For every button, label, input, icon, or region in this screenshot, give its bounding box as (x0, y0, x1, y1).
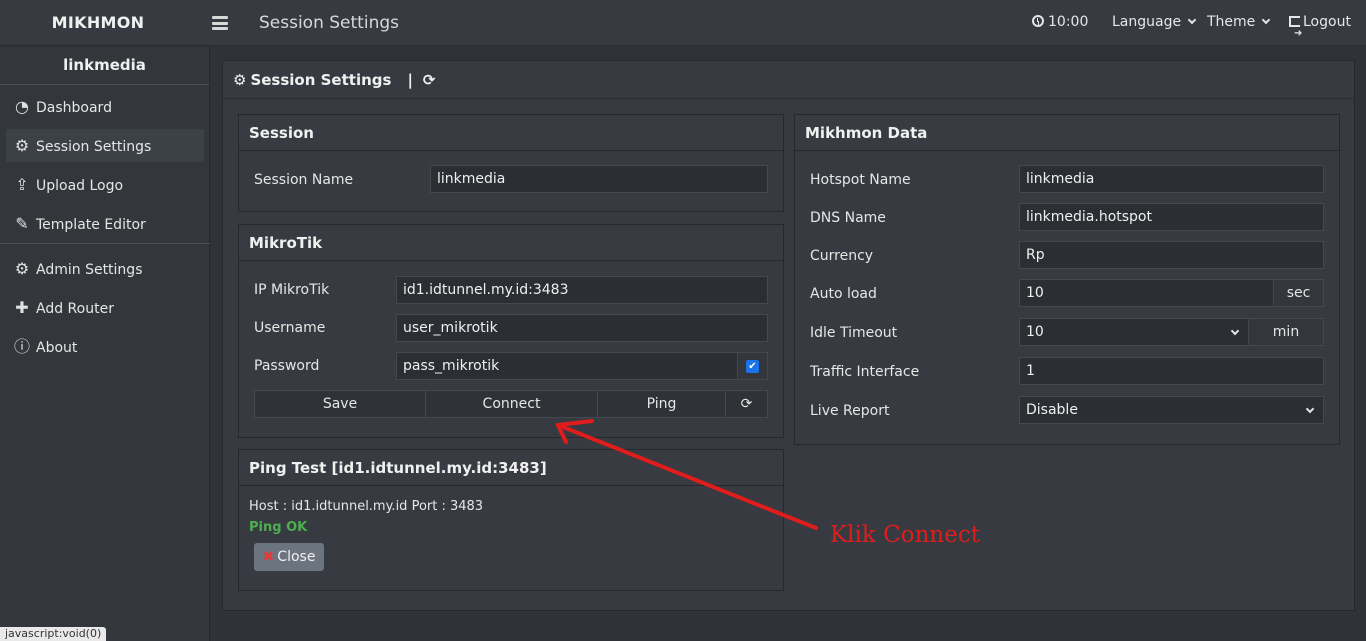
annotation-arrow (556, 419, 818, 530)
annotation-arrow-shape (556, 419, 818, 530)
annotation-text: Klik Connect (830, 522, 980, 548)
